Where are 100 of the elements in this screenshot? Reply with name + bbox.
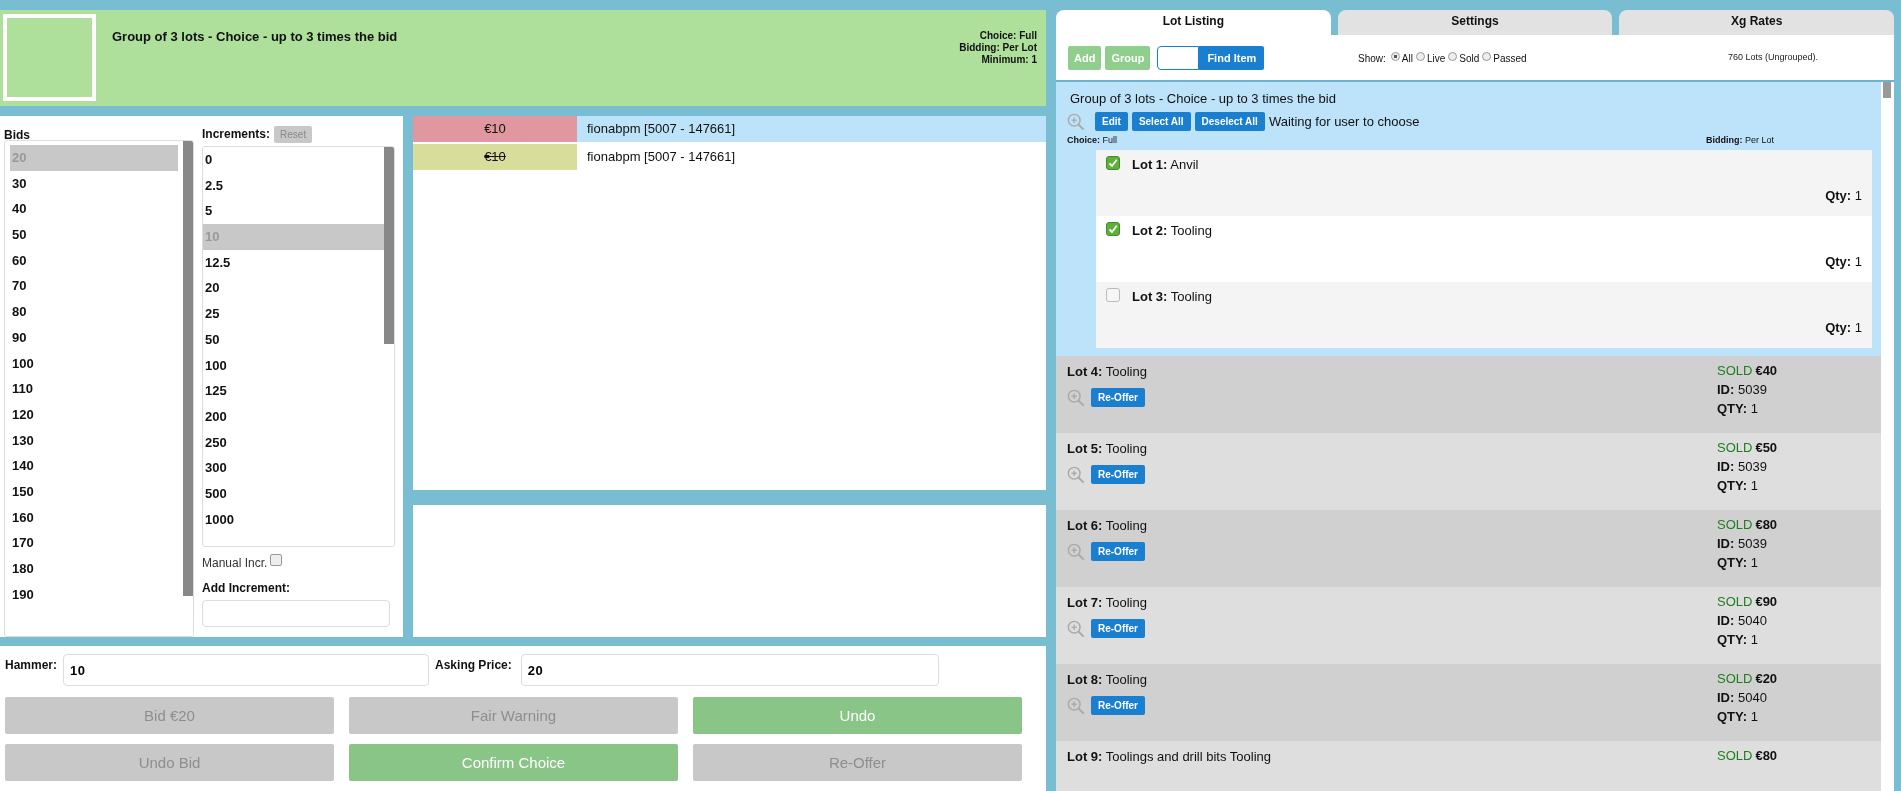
list-item[interactable]: 100	[203, 352, 384, 379]
list-item[interactable]: 70	[10, 273, 178, 300]
lot-row[interactable]: Lot 1: Anvil Qty: 1	[1096, 150, 1872, 216]
lot-row[interactable]: Lot 5: Tooling Re-Offer SOLD €50 ID: 5039 QTY: 1	[1056, 433, 1881, 510]
status-text: Waiting for user to choose	[1268, 114, 1420, 129]
bidder-name: fionabpm [5007 - 147661]	[586, 148, 736, 166]
hammer-field[interactable]: 10	[63, 654, 430, 686]
list-item[interactable]: 100	[10, 350, 178, 377]
choice-info: Choice: Full	[1067, 135, 1118, 145]
lot-quantity: Qty: 1	[1825, 320, 1862, 335]
list-item[interactable]: 25	[203, 301, 384, 327]
lot-row[interactable]: Lot 7: Tooling Re-Offer SOLD €90 ID: 5040 QTY: 1	[1056, 587, 1881, 664]
list-item[interactable]: 190	[10, 581, 178, 608]
sold-price: €90	[1755, 593, 1778, 611]
filter-label[interactable]: Live	[1426, 53, 1446, 64]
radio-button[interactable]	[1390, 52, 1400, 61]
scrollbar[interactable]	[384, 147, 394, 546]
list-item[interactable]: 180	[10, 556, 178, 582]
list-item[interactable]: 90	[10, 324, 178, 351]
action-button[interactable]: Edit	[1095, 112, 1128, 131]
lot-title: Lot 5: Tooling	[1067, 441, 1148, 456]
radio-button[interactable]	[1448, 52, 1458, 61]
action-button[interactable]: Deselect All	[1194, 112, 1265, 131]
list-item[interactable]: 30	[10, 170, 178, 197]
increments-heading: Increments:	[202, 127, 271, 141]
lot-checkbox[interactable]	[1106, 221, 1120, 236]
list-item[interactable]: 300	[203, 455, 384, 481]
list-item[interactable]: 250	[203, 429, 384, 456]
lot-title: Lot 7: Tooling	[1067, 595, 1148, 610]
lot-title: Group of 3 lots - Choice - up to 3 times the bid	[111, 28, 399, 46]
lot-row[interactable]: Lot 8: Tooling Re-Offer SOLD €20 ID: 5040 QTY: 1	[1056, 664, 1881, 741]
zoom-in-icon[interactable]	[1067, 696, 1085, 715]
list-item[interactable]: 120	[10, 401, 178, 428]
manual-increment-checkbox[interactable]	[270, 554, 283, 566]
list-item[interactable]: 130	[10, 427, 178, 454]
list-item[interactable]: 150	[10, 478, 178, 505]
buyer-id: ID: 5040	[1717, 612, 1768, 630]
list-item[interactable]: 20	[203, 275, 384, 302]
list-item[interactable]: 110	[10, 376, 178, 402]
list-item[interactable]: 40	[10, 196, 178, 223]
sold-status: SOLD	[1717, 516, 1753, 534]
zoom-in-icon[interactable]	[1067, 465, 1085, 484]
asking-price-field[interactable]: 20	[520, 654, 939, 686]
lot-info: Minimum: 1	[980, 54, 1037, 66]
list-item[interactable]: 2.5	[203, 172, 384, 199]
group-title: Group of 3 lots - Choice - up to 3 times the bid	[1069, 91, 1337, 106]
list-item[interactable]: 50	[203, 326, 384, 353]
re-offer-button[interactable]: Re-Offer	[1091, 465, 1145, 484]
re-offer-button[interactable]: Re-Offer	[1091, 619, 1145, 638]
show-label: Show:	[1358, 53, 1386, 64]
list-item[interactable]: 125	[203, 378, 384, 404]
zoom-in-icon[interactable]	[1067, 619, 1085, 638]
lot-row[interactable]: Lot 6: Tooling Re-Offer SOLD €80 ID: 5039 QTY: 1	[1056, 510, 1881, 587]
tab[interactable]: Lot Listing	[1056, 10, 1331, 35]
lot-checkbox[interactable]	[1106, 155, 1120, 170]
list-item[interactable]: 160	[10, 504, 178, 531]
tab[interactable]: Xg Rates	[1619, 10, 1894, 35]
sold-status: SOLD	[1717, 362, 1753, 380]
list-item[interactable]: 170	[10, 530, 178, 556]
lot-quantity: Qty: 1	[1825, 188, 1862, 203]
scrollbar[interactable]	[183, 141, 193, 636]
list-item[interactable]: 60	[10, 247, 178, 274]
lot-row[interactable]: Lot 9: Toolings and drill bits Tooling SOLD €80	[1056, 741, 1881, 791]
list-item[interactable]: 0	[203, 147, 384, 173]
buyer-id: ID: 5040	[1717, 689, 1768, 707]
lot-checkbox[interactable]	[1106, 287, 1120, 302]
filter-label[interactable]: Sold	[1459, 53, 1480, 64]
add-increment-field[interactable]	[202, 600, 390, 627]
list-item[interactable]: 12.5	[203, 249, 384, 276]
find-item-button[interactable]: Find Item	[1199, 45, 1265, 70]
find-field[interactable]	[1157, 45, 1200, 70]
lot-row[interactable]: Lot 2: Tooling Qty: 1	[1096, 216, 1872, 282]
radio-button[interactable]	[1415, 52, 1425, 61]
list-item[interactable]: 50	[10, 222, 178, 248]
action-button[interactable]: Select All	[1131, 112, 1191, 131]
list-item[interactable]: 80	[10, 299, 178, 325]
list-item[interactable]: 500	[203, 480, 384, 507]
zoom-in-icon[interactable]	[1067, 388, 1085, 407]
sold-status: SOLD	[1717, 593, 1753, 611]
list-item[interactable]: 5	[203, 198, 384, 225]
zoom-in-icon[interactable]	[1067, 112, 1085, 131]
tab[interactable]: Settings	[1337, 10, 1613, 35]
zoom-in-icon[interactable]	[1067, 542, 1085, 561]
lot-row[interactable]: Lot 3: Tooling Qty: 1	[1096, 282, 1872, 348]
sold-status: SOLD	[1717, 747, 1753, 765]
asking-price-label: Asking Price:	[435, 658, 512, 672]
list-item[interactable]: 140	[10, 453, 178, 479]
re-offer-button[interactable]: Re-Offer	[1091, 542, 1145, 561]
manual-increment-label: Manual Incr.	[202, 556, 268, 570]
lot-title: Lot 1: Anvil	[1132, 157, 1199, 172]
radio-button[interactable]	[1482, 52, 1492, 61]
lot-row[interactable]: Lot 4: Tooling Re-Offer SOLD €40 ID: 5039 QTY: 1	[1056, 356, 1881, 433]
re-offer-button[interactable]: Re-Offer	[1091, 388, 1145, 407]
buyer-id: ID: 5039	[1717, 535, 1768, 553]
filter-label[interactable]: Passed	[1493, 53, 1527, 64]
sold-price: €80	[1755, 747, 1778, 765]
filter-label[interactable]: All	[1401, 53, 1413, 64]
re-offer-button[interactable]: Re-Offer	[1091, 696, 1145, 715]
list-item[interactable]: 1000	[203, 506, 384, 533]
list-item[interactable]: 200	[203, 403, 384, 430]
